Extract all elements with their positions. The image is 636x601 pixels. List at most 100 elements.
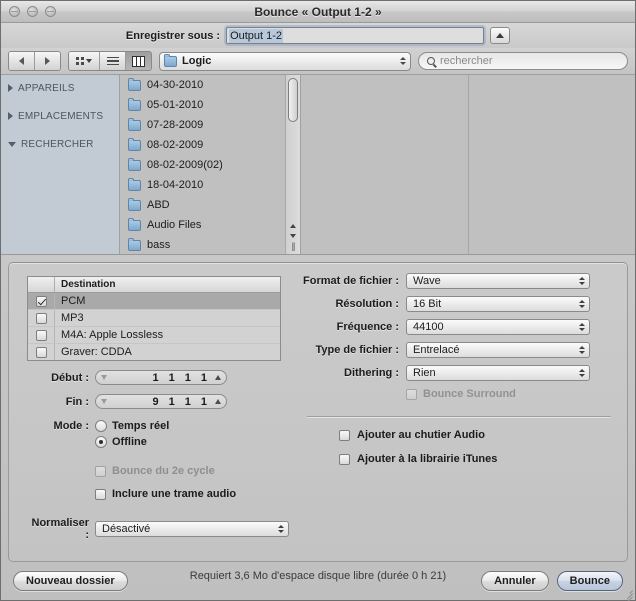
file-name: 08-02-2009(02) — [147, 159, 223, 171]
row-checkbox-cell[interactable] — [28, 293, 55, 309]
checkbox-bounce-surround — [406, 388, 417, 400]
file-type-popup[interactable]: Entrelacé — [406, 342, 590, 358]
row-checkbox-cell[interactable] — [28, 310, 55, 326]
resize-grip[interactable] — [621, 586, 633, 601]
file-column-3[interactable] — [468, 75, 635, 254]
list-item[interactable]: 08-02-2009 — [120, 135, 300, 155]
end-division: 1 — [184, 395, 191, 408]
view-mode-list-button[interactable] — [100, 52, 126, 70]
checkbox-row-second-cycle: Bounce du 2e cycle — [95, 465, 297, 477]
checkbox-include-audio-tail[interactable] — [95, 488, 106, 500]
row-checkbox-cell[interactable] — [28, 344, 55, 360]
start-position-stepper[interactable]: 1 1 1 1 — [95, 370, 227, 385]
row-label: PCM — [61, 295, 86, 307]
file-format-popup[interactable]: Wave — [406, 273, 590, 289]
list-item[interactable]: 05-01-2010 — [120, 95, 300, 115]
save-as-row: Enregistrer sous : Output 1-2 — [1, 23, 635, 48]
folder-icon — [128, 157, 141, 171]
checkbox-row-audio-bin[interactable]: Ajouter au chutier Audio — [339, 429, 615, 441]
table-row[interactable]: Graver: CDDA — [28, 344, 280, 360]
search-input[interactable]: rechercher — [418, 52, 628, 70]
checkbox-add-to-audio-bin[interactable] — [339, 429, 350, 441]
checkbox-pcm[interactable] — [35, 295, 47, 307]
row-checkbox-cell[interactable] — [28, 327, 55, 343]
forward-button[interactable] — [35, 52, 60, 70]
checkbox-m4a[interactable] — [35, 329, 47, 341]
view-mode-column-button[interactable] — [126, 52, 151, 70]
table-row[interactable]: M4A: Apple Lossless — [28, 327, 280, 344]
radio-label: Offline — [112, 436, 147, 448]
list-item[interactable]: 18-04-2010 — [120, 175, 300, 195]
scrollbar-thumb[interactable] — [288, 78, 298, 122]
list-item[interactable]: bass — [120, 235, 300, 254]
save-as-input[interactable]: Output 1-2 — [226, 27, 485, 44]
file-column-scrollbar[interactable]: || — [285, 75, 300, 254]
location-popup-label: Logic — [182, 55, 212, 67]
radio-temps-reel[interactable]: Temps réel — [95, 420, 169, 432]
list-item[interactable]: Audio Files — [120, 215, 300, 235]
cancel-button[interactable]: Annuler — [481, 571, 549, 591]
dithering-row: Dithering : Rien — [303, 365, 615, 381]
file-name: 08-02-2009 — [147, 139, 204, 151]
radio-button-icon[interactable] — [95, 420, 107, 432]
chevron-down-icon — [86, 59, 92, 63]
new-folder-button[interactable]: Nouveau dossier — [13, 571, 128, 591]
scroll-up-icon[interactable] — [290, 224, 296, 228]
dithering-popup[interactable]: Rien — [406, 365, 590, 381]
checkbox-row-audio-tail[interactable]: Inclure une trame audio — [95, 488, 297, 500]
chevron-updown-icon — [278, 525, 284, 533]
resolution-popup[interactable]: 16 Bit — [406, 296, 590, 312]
sidebar-item-appareils[interactable]: APPAREILS — [1, 81, 119, 95]
sidebar-item-rechercher[interactable]: RECHERCHER — [1, 137, 119, 151]
list-item[interactable]: ABD — [120, 195, 300, 215]
row-label: MP3 — [61, 312, 84, 324]
table-row[interactable]: PCM — [28, 293, 280, 310]
stepper-up-icon[interactable] — [215, 375, 221, 380]
minimize-button[interactable] — [27, 6, 38, 17]
column-view-icon — [132, 55, 145, 67]
scroll-down-icon[interactable] — [290, 234, 296, 238]
back-button[interactable] — [9, 52, 35, 70]
close-button[interactable] — [9, 6, 20, 17]
dialog-footer: Nouveau dossier Annuler Bounce — [1, 562, 635, 600]
start-bar: 1 — [152, 371, 159, 384]
checkbox-label: Bounce du 2e cycle — [112, 465, 215, 477]
column-resize-handle[interactable]: || — [292, 241, 296, 251]
sidebar-item-label: RECHERCHER — [21, 138, 94, 150]
table-row[interactable]: MP3 — [28, 310, 280, 327]
file-name: ABD — [147, 199, 170, 211]
bounce-save-dialog: Bounce « Output 1-2 » Enregistrer sous :… — [0, 0, 636, 601]
view-mode-buttons — [68, 51, 152, 71]
radio-button-icon[interactable] — [95, 436, 107, 448]
folder-icon — [128, 177, 141, 191]
expand-browser-button[interactable] — [490, 27, 511, 44]
stepper-up-icon[interactable] — [215, 399, 221, 404]
sidebar-item-emplacements[interactable]: EMPLACEMENTS — [1, 109, 119, 123]
checkbox-row-itunes[interactable]: Ajouter à la librairie iTunes — [339, 453, 615, 465]
mode-row: Mode : Temps réel — [27, 420, 297, 432]
chevron-updown-icon — [579, 277, 585, 285]
start-tick: 1 — [200, 371, 207, 384]
list-item[interactable]: 08-02-2009(02) — [120, 155, 300, 175]
file-column-2[interactable] — [301, 75, 469, 254]
location-popup[interactable]: Logic — [159, 51, 411, 71]
list-item[interactable]: 04-30-2010 — [120, 75, 300, 95]
sample-rate-popup[interactable]: 44100 — [406, 319, 590, 335]
file-format-label: Format de fichier : — [303, 275, 399, 287]
end-values: 9 1 1 1 — [107, 396, 215, 408]
chevron-updown-icon — [579, 346, 585, 354]
normalize-popup[interactable]: Désactivé — [95, 521, 289, 537]
left-options-pane: Destination PCM MP3 M4A: Apple Lossless … — [9, 263, 297, 561]
checkbox-add-to-itunes[interactable] — [339, 453, 350, 465]
end-position-stepper[interactable]: 9 1 1 1 — [95, 394, 227, 409]
list-item[interactable]: 07-28-2009 — [120, 115, 300, 135]
zoom-button[interactable] — [45, 6, 56, 17]
forward-arrow-icon — [45, 57, 50, 65]
folder-icon — [128, 137, 141, 151]
radio-offline[interactable]: Offline — [95, 436, 297, 448]
view-mode-icon-button[interactable] — [69, 52, 100, 70]
bounce-button[interactable]: Bounce — [556, 571, 623, 591]
scrollbar-buttons[interactable]: || — [286, 221, 300, 254]
checkbox-mp3[interactable] — [35, 312, 47, 324]
checkbox-cdda[interactable] — [35, 346, 47, 358]
